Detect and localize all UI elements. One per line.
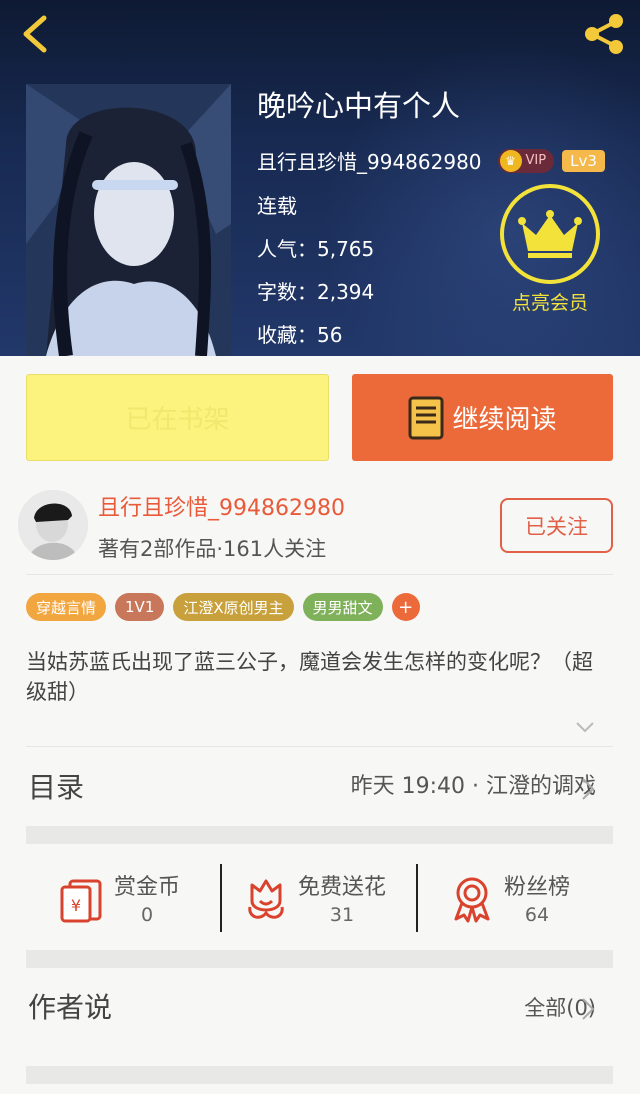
book-icon bbox=[408, 396, 444, 439]
book-info: 晚吟心中有个人 bbox=[257, 84, 460, 128]
svg-text:¥: ¥ bbox=[71, 896, 81, 915]
reward-coins-label: 赏金币 bbox=[114, 875, 181, 900]
book-description: 当姑苏蓝氏出现了蓝三公子，魔道会发生怎样的变化呢？（超级甜） bbox=[26, 650, 593, 704]
divider bbox=[220, 864, 222, 932]
vip-membership-label[interactable]: 点亮会员 bbox=[490, 288, 610, 315]
red-envelope-icon: ¥ bbox=[60, 879, 102, 923]
tag[interactable]: 1V1 bbox=[115, 593, 165, 621]
medal-icon bbox=[454, 877, 490, 923]
crown-icon bbox=[518, 210, 582, 258]
send-flower-label: 免费送花 bbox=[298, 875, 387, 900]
send-flower-button[interactable]: 免费送花 31 bbox=[240, 860, 386, 938]
author-avatar[interactable] bbox=[18, 490, 88, 560]
reward-coins-button[interactable]: ¥ 赏金币 0 bbox=[56, 860, 180, 938]
chevron-down-icon[interactable] bbox=[574, 716, 596, 738]
book-favorites: 收藏：56 bbox=[257, 323, 343, 347]
follow-button[interactable]: 已关注 bbox=[500, 498, 613, 553]
reward-coins-value: 0 bbox=[140, 904, 154, 926]
fan-ranking-value: 64 bbox=[524, 904, 550, 926]
back-arrow-icon[interactable] bbox=[14, 12, 58, 56]
fan-ranking-label: 粉丝榜 bbox=[504, 875, 571, 900]
toc-label[interactable]: 目录 bbox=[28, 766, 84, 806]
divider bbox=[26, 574, 613, 575]
fan-ranking-button[interactable]: 粉丝榜 64 bbox=[446, 860, 570, 938]
tag[interactable]: 穿越言情 bbox=[26, 593, 107, 621]
flower-icon bbox=[248, 879, 284, 919]
book-author-line: 且行且珍惜_994862980 ♛ VIP Lv3 bbox=[257, 146, 605, 175]
send-flower-value: 31 bbox=[329, 904, 355, 926]
author-says-label: 作者说 bbox=[28, 991, 113, 1024]
vip-membership-button[interactable] bbox=[500, 184, 600, 284]
chevron-right-icon[interactable] bbox=[580, 996, 596, 1022]
tag[interactable]: 男男甜文 bbox=[302, 593, 383, 621]
avatar-image bbox=[18, 490, 88, 560]
latest-chapter[interactable]: 昨天 19:40 · 江澄的调戏 bbox=[351, 768, 596, 800]
continue-reading-label: 继续阅读 bbox=[452, 405, 557, 435]
vip-badge-label: VIP bbox=[525, 153, 547, 168]
add-tag-button[interactable]: + bbox=[391, 593, 420, 621]
book-header: 晚吟心中有个人 且行且珍惜_994862980 ♛ VIP Lv3 连载 人气：… bbox=[0, 0, 640, 356]
share-icon[interactable] bbox=[580, 10, 628, 58]
cover-illustration bbox=[26, 84, 231, 356]
book-author[interactable]: 且行且珍惜_994862980 bbox=[257, 146, 482, 175]
divider bbox=[26, 746, 613, 747]
tag[interactable]: 江澄X原创男主 bbox=[173, 593, 294, 621]
book-word-count: 字数：2,394 bbox=[257, 280, 375, 304]
author-name[interactable]: 且行且珍惜_994862980 bbox=[98, 490, 345, 522]
section-separator bbox=[26, 1066, 613, 1084]
on-shelf-button[interactable]: 已在书架 bbox=[26, 374, 329, 461]
section-separator bbox=[26, 826, 613, 844]
continue-reading-button[interactable]: 继续阅读 bbox=[352, 374, 613, 461]
book-status: 连载 bbox=[257, 194, 297, 218]
section-separator bbox=[26, 950, 613, 968]
chevron-right-icon[interactable] bbox=[580, 776, 596, 802]
divider bbox=[416, 864, 418, 932]
crown-icon: ♛ bbox=[499, 149, 522, 172]
author-stats: 著有2部作品·161人关注 bbox=[98, 537, 327, 561]
tag-list: 穿越言情 1V1 江澄X原创男主 男男甜文 + bbox=[26, 593, 420, 621]
level-badge: Lv3 bbox=[562, 149, 605, 172]
book-cover[interactable] bbox=[26, 84, 231, 356]
vip-badge: ♛ VIP bbox=[497, 148, 555, 173]
book-popularity: 人气：5,765 bbox=[257, 237, 375, 261]
book-title: 晚吟心中有个人 bbox=[257, 89, 461, 123]
